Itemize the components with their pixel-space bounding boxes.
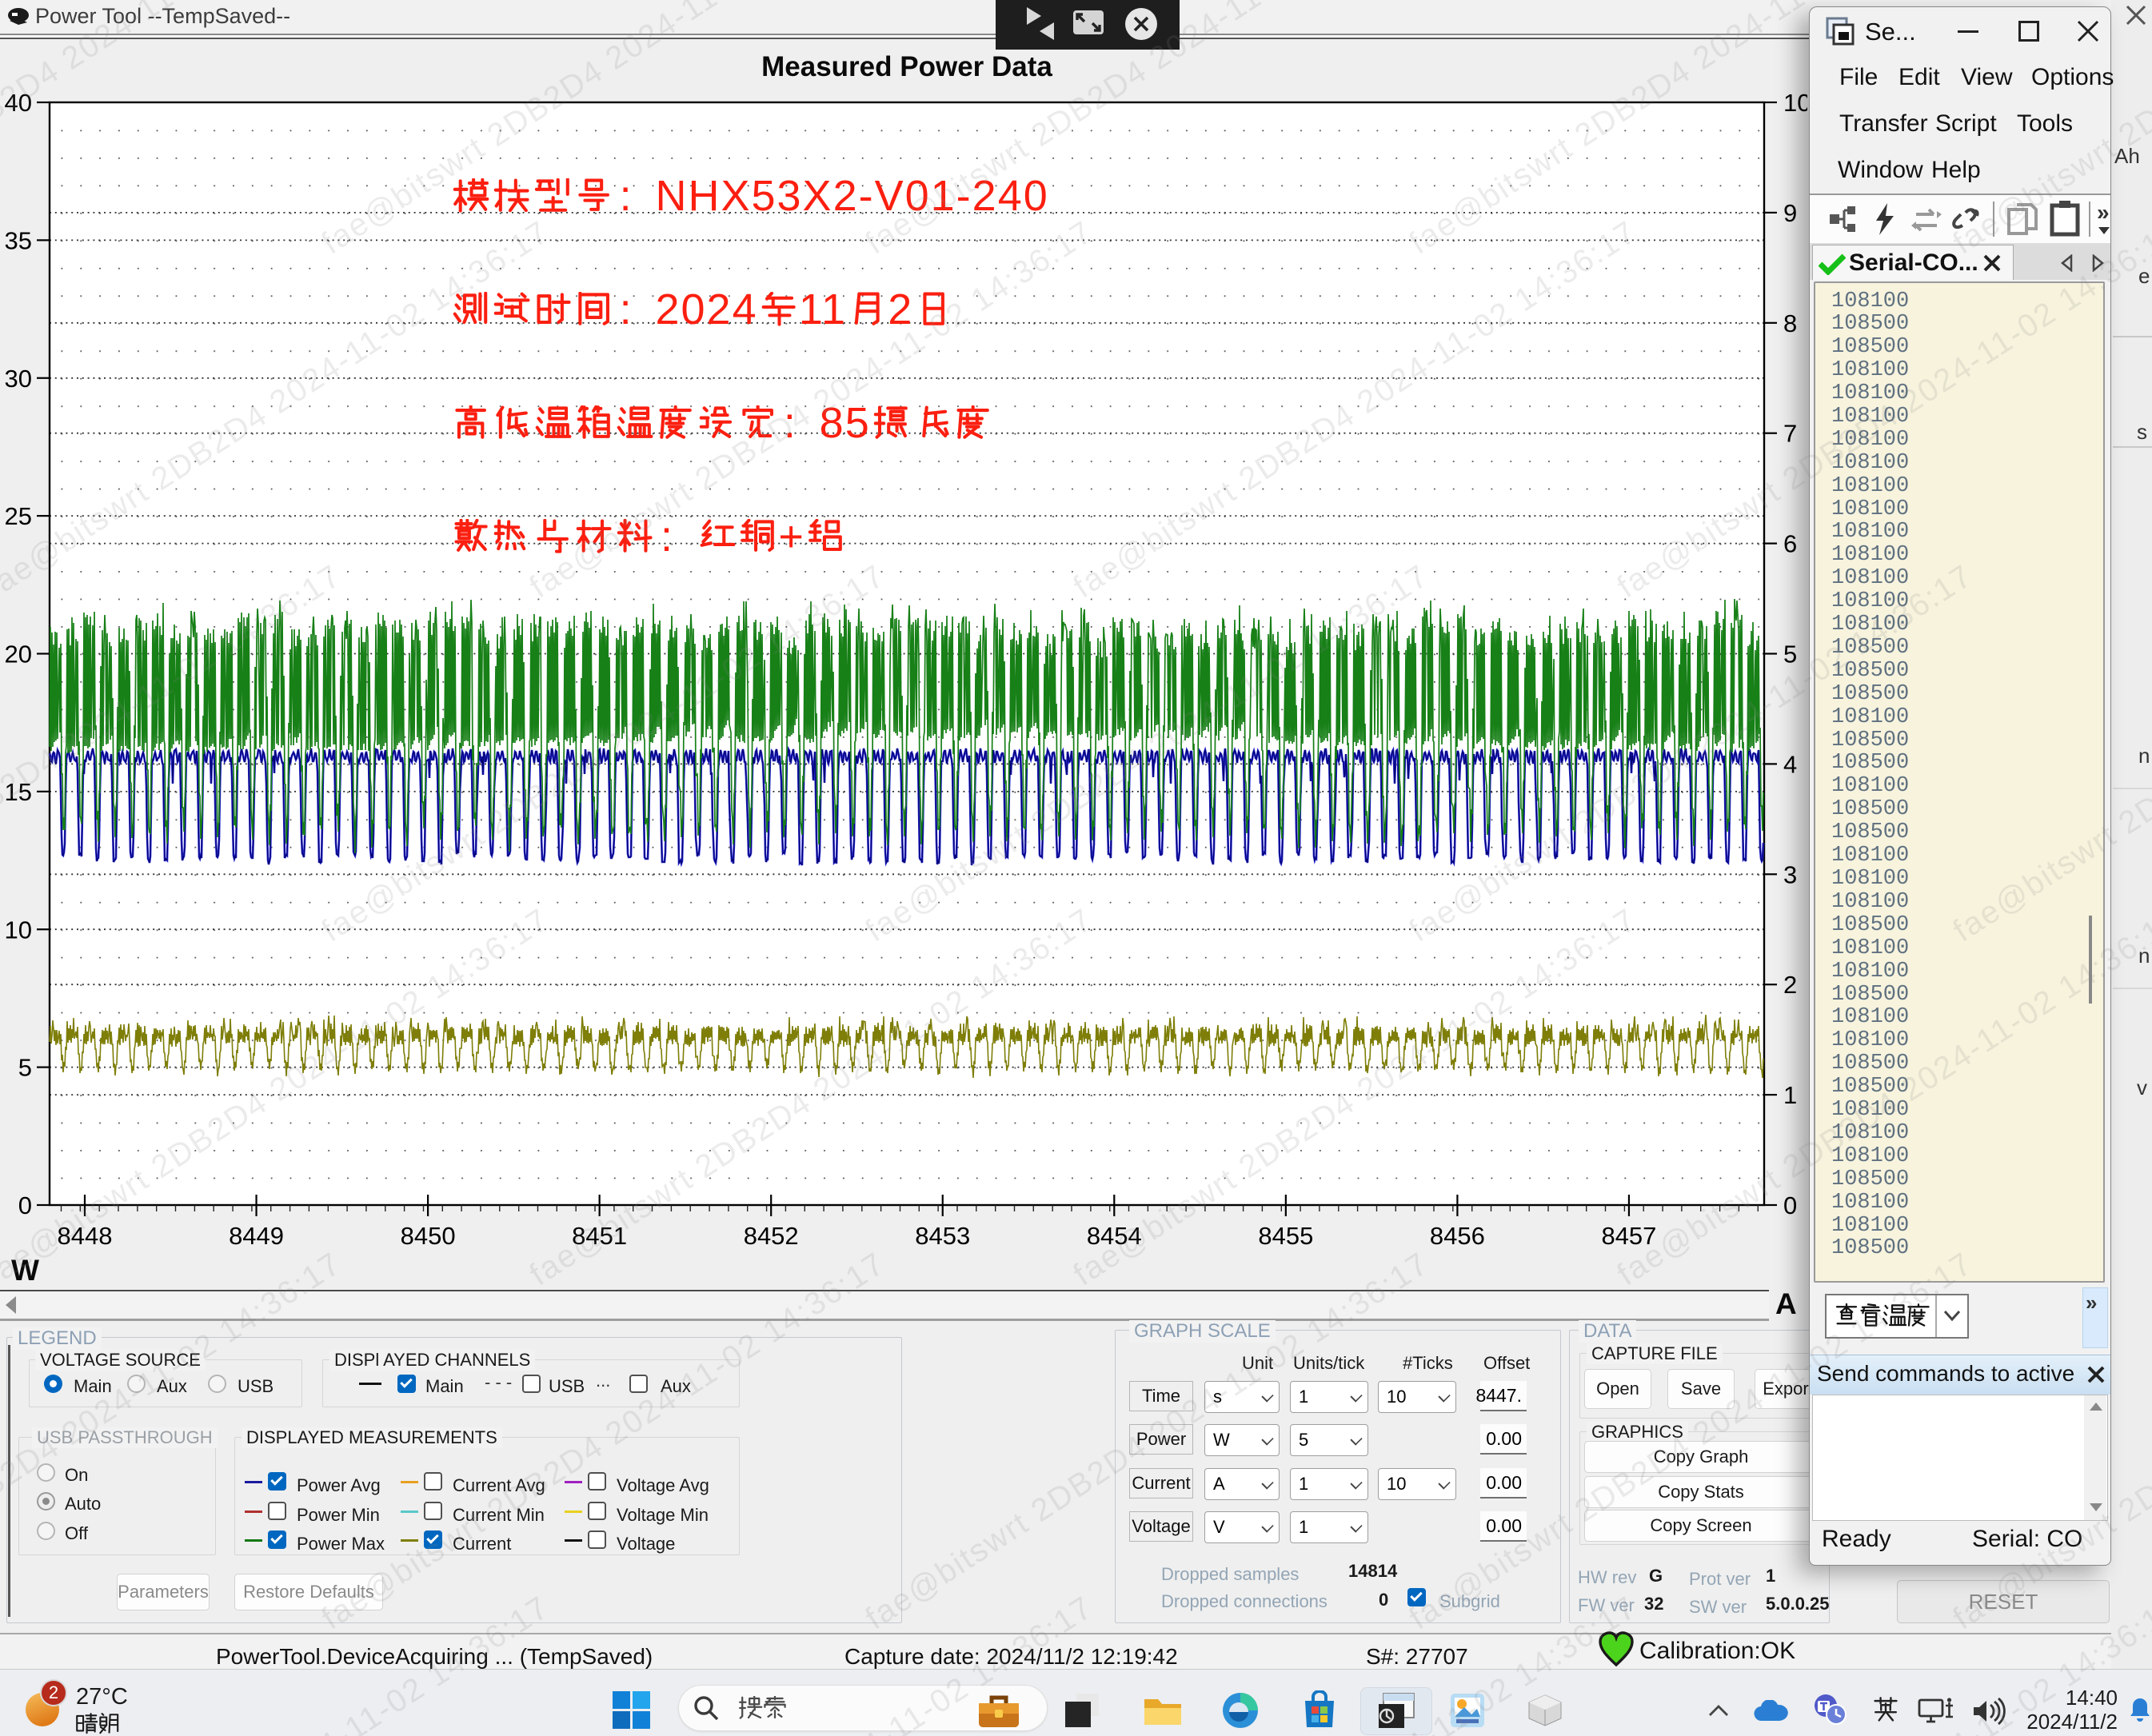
svg-text:2: 2 [1783, 971, 1797, 999]
svg-text:4: 4 [1783, 750, 1797, 778]
svg-text:0: 0 [18, 1191, 32, 1219]
svg-text:10: 10 [1783, 89, 1807, 117]
svg-text:20: 20 [5, 641, 32, 668]
svg-text:35: 35 [5, 226, 32, 254]
svg-text:3: 3 [1783, 860, 1797, 888]
svg-text:5: 5 [18, 1054, 32, 1082]
svg-text:25: 25 [5, 502, 32, 530]
svg-text:8450: 8450 [401, 1222, 456, 1250]
svg-text:8456: 8456 [1430, 1222, 1485, 1250]
svg-text:8452: 8452 [744, 1222, 799, 1250]
svg-text:10: 10 [5, 916, 32, 944]
svg-text:8453: 8453 [915, 1222, 970, 1250]
svg-text:6: 6 [1783, 530, 1797, 558]
svg-text:9: 9 [1783, 199, 1797, 227]
svg-text:30: 30 [5, 365, 32, 393]
svg-text:0: 0 [1783, 1191, 1797, 1219]
svg-text:7: 7 [1783, 420, 1797, 448]
svg-text:8: 8 [1783, 309, 1797, 337]
svg-text:8455: 8455 [1258, 1222, 1313, 1250]
svg-text:8449: 8449 [229, 1222, 284, 1250]
svg-text:1: 1 [1783, 1081, 1797, 1109]
